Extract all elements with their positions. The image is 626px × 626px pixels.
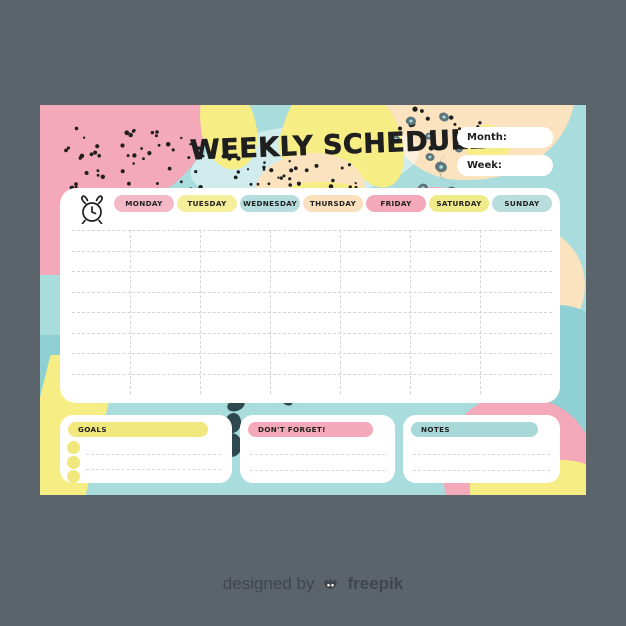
- schedule-grid-col-line[interactable]: [409, 230, 411, 394]
- day-pill-wednesday[interactable]: WEDNESDAY: [240, 195, 300, 212]
- goals-bullet[interactable]: [67, 456, 80, 469]
- day-label: TUESDAY: [187, 199, 227, 208]
- schedule-grid-col-line[interactable]: [339, 230, 341, 394]
- day-label: FRIDAY: [380, 199, 412, 208]
- schedule-grid-panel: MONDAY TUESDAY WEDNESDAY THURSDAY FRIDAY SATU…: [60, 188, 560, 403]
- notes-line[interactable]: [413, 470, 550, 471]
- month-field[interactable]: Month:: [457, 127, 553, 148]
- schedule-grid-col-line[interactable]: [479, 230, 481, 394]
- day-pill-friday[interactable]: FRIDAY: [366, 195, 426, 212]
- day-label: WEDNESDAY: [242, 199, 298, 208]
- goals-line[interactable]: [86, 469, 221, 470]
- schedule-card: WEEKLY SCHEDULE Month: Week: MONDAY TUESD…: [40, 105, 586, 495]
- goals-title: GOALS: [68, 422, 208, 437]
- schedule-grid-col-line[interactable]: [269, 230, 271, 394]
- day-pill-tuesday[interactable]: TUESDAY: [177, 195, 237, 212]
- day-label: SATURDAY: [436, 199, 482, 208]
- day-pill-monday[interactable]: MONDAY: [114, 195, 174, 212]
- goals-line[interactable]: [86, 454, 221, 455]
- schedule-grid-lines[interactable]: [72, 216, 552, 394]
- page-title: WEEKLY SCHEDULE: [189, 123, 488, 167]
- notes-title: NOTES: [411, 422, 538, 437]
- goals-bullet[interactable]: [67, 470, 80, 483]
- week-label: Week:: [467, 160, 502, 171]
- goals-box: GOALS: [60, 415, 232, 483]
- day-header-row: MONDAY TUESDAY WEDNESDAY THURSDAY FRIDAY SATU…: [114, 195, 552, 212]
- day-pill-saturday[interactable]: SATURDAY: [429, 195, 489, 212]
- designed-by-label: designed by: [222, 574, 315, 593]
- notes-line[interactable]: [413, 454, 550, 455]
- day-label: THURSDAY: [309, 199, 357, 208]
- notes-box: NOTES: [403, 415, 560, 483]
- week-field[interactable]: Week:: [457, 155, 553, 176]
- month-label: Month:: [467, 132, 507, 143]
- footer: designed by freepik: [0, 574, 626, 594]
- freepik-brand: freepik: [347, 574, 404, 593]
- day-pill-thursday[interactable]: THURSDAY: [303, 195, 363, 212]
- schedule-grid-col-line[interactable]: [130, 230, 131, 394]
- day-label: MONDAY: [125, 199, 163, 208]
- day-pill-sunday[interactable]: SUNDAY: [492, 195, 552, 212]
- goals-bullet[interactable]: [67, 441, 80, 454]
- schedule-grid-col-line[interactable]: [199, 230, 201, 394]
- day-label: SUNDAY: [504, 199, 540, 208]
- freepik-crown-logo: [324, 577, 338, 589]
- dont-forget-line[interactable]: [250, 454, 385, 455]
- dont-forget-box: DON'T FORGET!: [240, 415, 395, 483]
- dont-forget-line[interactable]: [250, 470, 385, 471]
- dont-forget-title: DON'T FORGET!: [248, 422, 373, 437]
